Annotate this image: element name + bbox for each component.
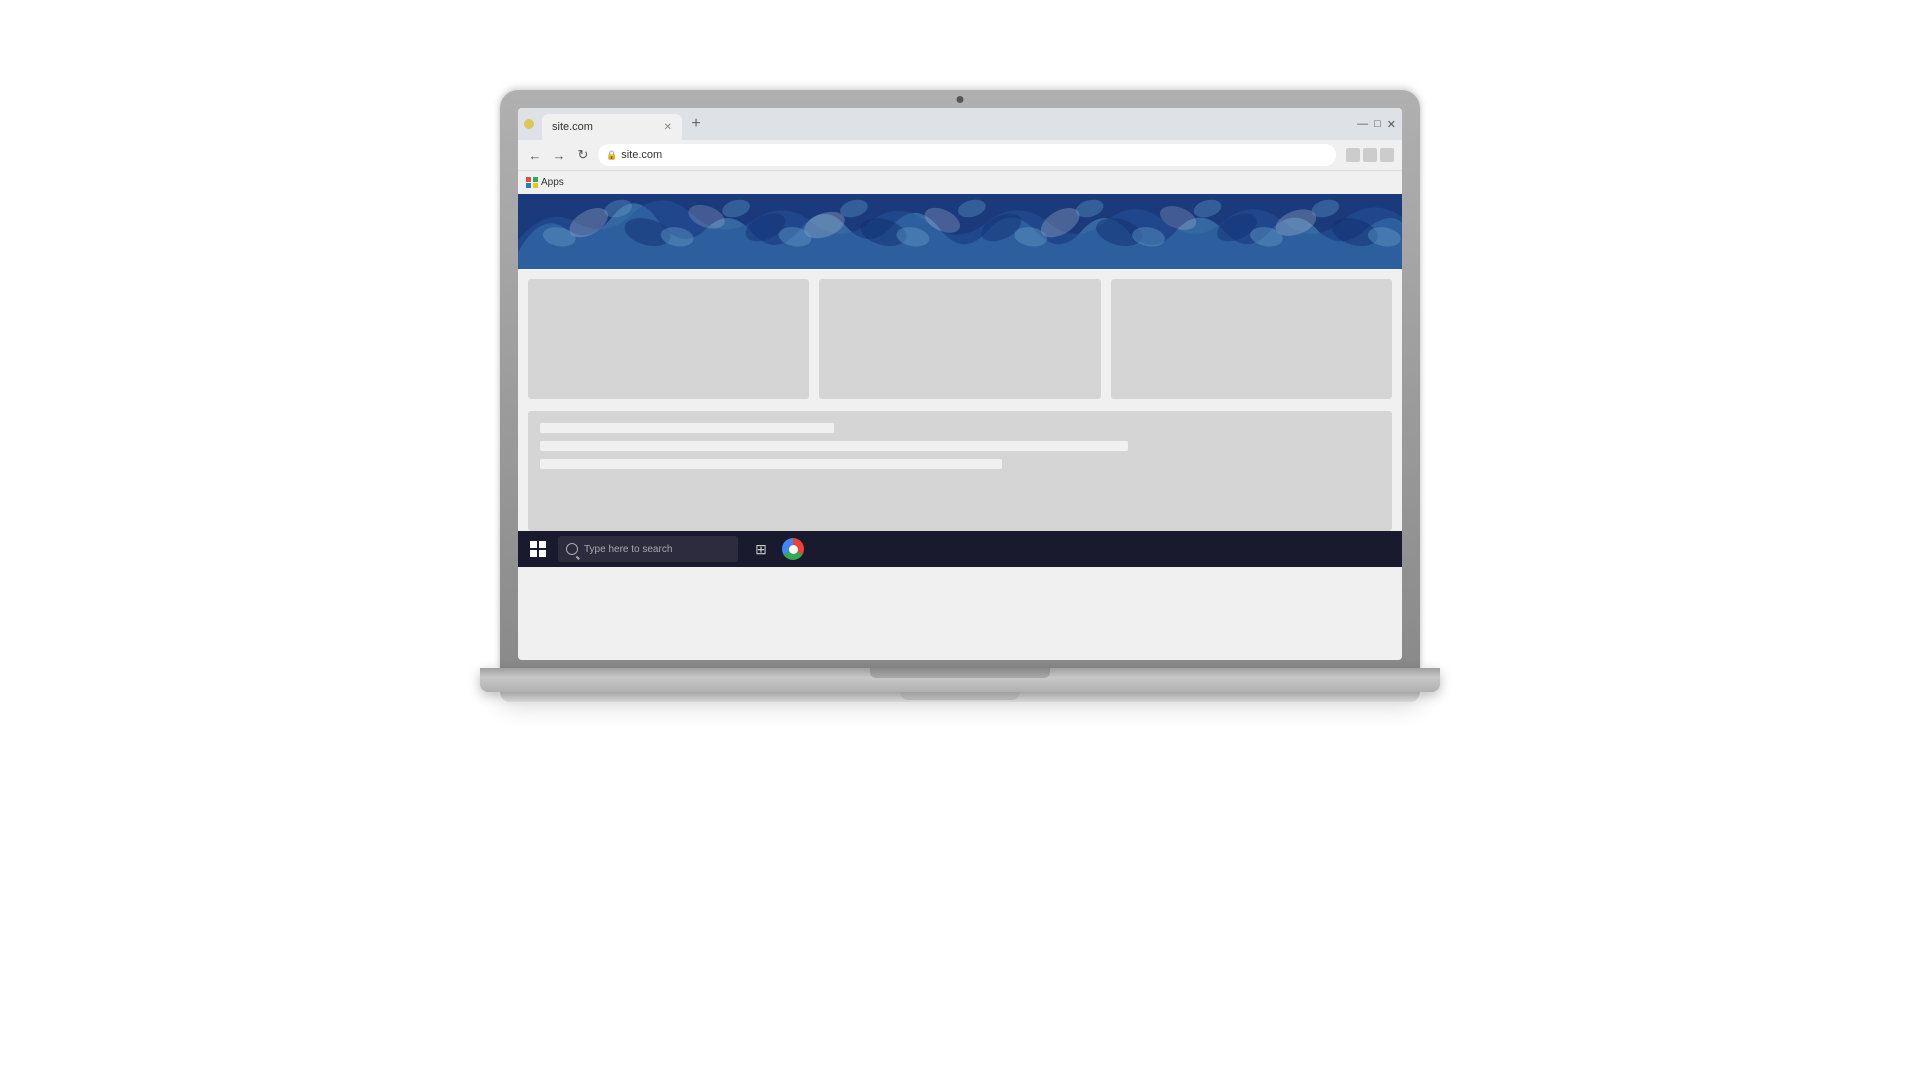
bookmarks-bar: Apps (518, 170, 1402, 194)
address-text: site.com (621, 149, 662, 161)
new-tab-button[interactable]: + (684, 112, 708, 136)
search-icon (566, 543, 578, 555)
pattern-svg (518, 194, 1402, 269)
content-card-1 (528, 279, 809, 399)
active-tab[interactable]: site.com ✕ (542, 114, 682, 140)
chrome-inner-circle (789, 545, 798, 554)
chrome-icon (782, 538, 804, 560)
ext-icon-3 (1380, 148, 1394, 162)
laptop-bottom (500, 692, 1420, 702)
text-bar-body-1 (540, 441, 1128, 451)
apps-bookmark[interactable]: Apps (526, 177, 564, 189)
minimize-button[interactable]: — (1357, 118, 1368, 130)
chrome-taskbar-button[interactable] (780, 536, 806, 562)
task-view-button[interactable]: ⊞ (748, 536, 774, 562)
windows-logo-icon (530, 541, 546, 557)
laptop-lid: site.com ✕ + — □ ✕ ← → ↻ 🔒 (500, 90, 1420, 670)
search-placeholder: Type here to search (584, 544, 672, 555)
screen: site.com ✕ + — □ ✕ ← → ↻ 🔒 (518, 108, 1402, 660)
content-card-3 (1111, 279, 1392, 399)
ext-icon-2 (1363, 148, 1377, 162)
extension-icons (1346, 148, 1394, 162)
taskbar-search[interactable]: Type here to search (558, 536, 738, 562)
reload-button[interactable]: ↻ (574, 146, 592, 164)
hero-banner (518, 194, 1402, 269)
close-button[interactable]: ✕ (1387, 118, 1396, 131)
maximize-button[interactable]: □ (1374, 118, 1381, 130)
navigation-bar: ← → ↻ 🔒 site.com (518, 140, 1402, 170)
taskbar: Type here to search ⊞ (518, 531, 1402, 567)
content-grid (518, 279, 1402, 399)
text-bar-body-2 (540, 459, 1002, 469)
laptop: site.com ✕ + — □ ✕ ← → ↻ 🔒 (460, 90, 1460, 990)
tab-title: site.com (552, 121, 593, 133)
tab-close-button[interactable]: ✕ (664, 122, 672, 133)
tab-favicon (524, 119, 534, 129)
secure-icon: 🔒 (606, 150, 617, 161)
laptop-hinge (870, 668, 1050, 678)
trackpad (900, 692, 1020, 700)
content-card-2 (819, 279, 1100, 399)
start-button[interactable] (524, 535, 552, 563)
text-bar-title (540, 423, 834, 433)
content-section-bottom (528, 411, 1392, 531)
website-content: Type here to search ⊞ (518, 194, 1402, 660)
taskbar-icons: ⊞ (748, 536, 806, 562)
back-button[interactable]: ← (526, 146, 544, 164)
apps-label: Apps (541, 177, 564, 188)
task-view-icon: ⊞ (755, 541, 767, 558)
forward-button[interactable]: → (550, 146, 568, 164)
ext-icon-1 (1346, 148, 1360, 162)
camera (957, 96, 964, 103)
ms-grid-icon (526, 177, 538, 189)
laptop-base (480, 668, 1440, 692)
address-bar[interactable]: 🔒 site.com (598, 144, 1336, 166)
browser-chrome: site.com ✕ + — □ ✕ ← → ↻ 🔒 (518, 108, 1402, 194)
tab-bar: site.com ✕ + — □ ✕ (518, 108, 1402, 140)
